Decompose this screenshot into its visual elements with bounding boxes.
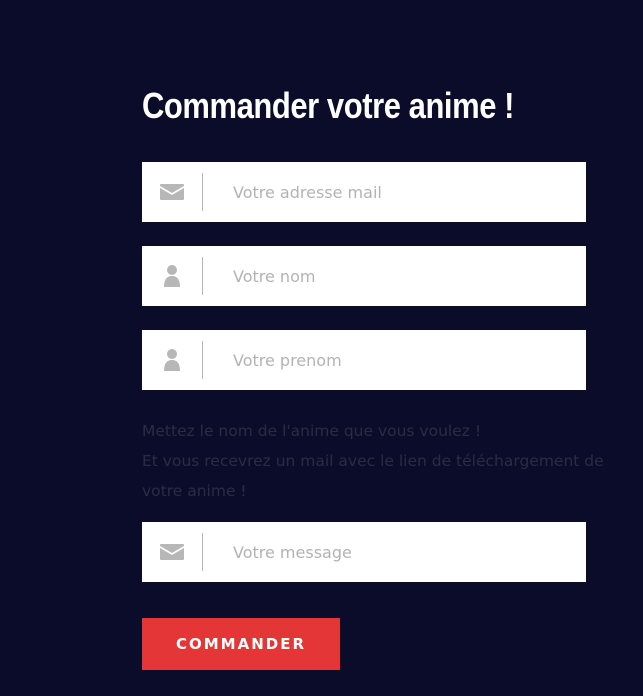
- name-input[interactable]: [233, 246, 573, 306]
- user-icon: [159, 348, 185, 372]
- email-field[interactable]: [142, 162, 586, 222]
- help-line: Mettez le nom de l'anime que vous voulez…: [142, 422, 482, 440]
- message-input[interactable]: [233, 522, 573, 582]
- firstname-input[interactable]: [233, 330, 573, 390]
- form-title: Commander votre anime !: [142, 85, 515, 126]
- help-text: Mettez le nom de l'anime que vous voulez…: [142, 416, 637, 506]
- firstname-field[interactable]: [142, 330, 586, 390]
- submit-button[interactable]: COMMANDER: [142, 618, 340, 670]
- field-divider: [202, 341, 203, 379]
- name-field[interactable]: [142, 246, 586, 306]
- field-divider: [202, 257, 203, 295]
- envelope-icon: [159, 180, 185, 204]
- field-divider: [202, 533, 203, 571]
- email-input[interactable]: [233, 162, 573, 222]
- field-divider: [202, 173, 203, 211]
- message-field[interactable]: [142, 522, 586, 582]
- user-icon: [159, 264, 185, 288]
- envelope-icon: [159, 540, 185, 564]
- help-line: Et vous recevrez un mail avec le lien de…: [142, 452, 604, 500]
